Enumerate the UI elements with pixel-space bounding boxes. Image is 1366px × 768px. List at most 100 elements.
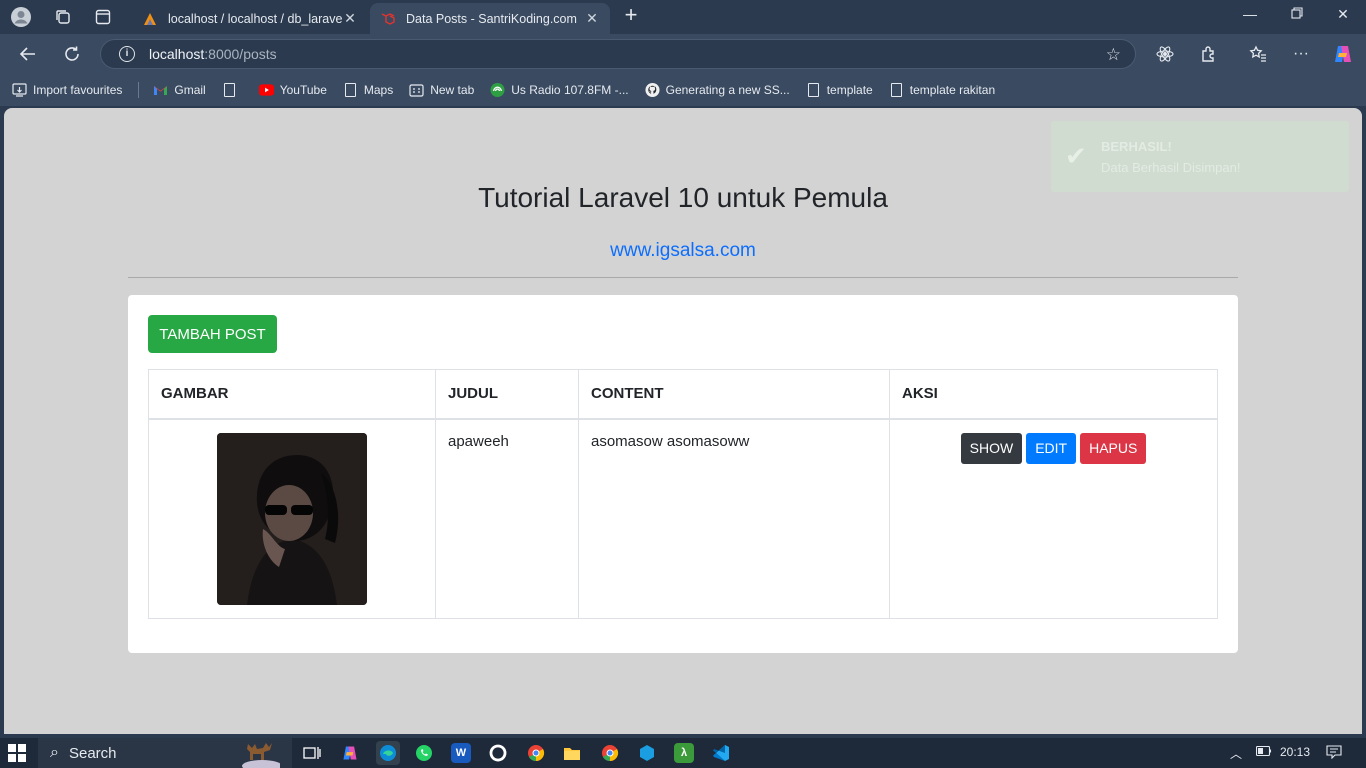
copilot-icon[interactable] xyxy=(1332,43,1354,65)
minimize-button[interactable]: — xyxy=(1238,6,1262,28)
bookmark-separator xyxy=(138,82,140,98)
url-host: localhost xyxy=(149,46,205,62)
windows-start-icon[interactable] xyxy=(8,744,26,762)
bookmark-maps[interactable]: Maps xyxy=(343,83,393,98)
bookmark-label: template rakitan xyxy=(909,83,996,97)
bookmark-label: New tab xyxy=(430,83,475,97)
youtube-icon xyxy=(258,83,274,98)
column-header-aksi: AKSI xyxy=(889,369,1218,420)
bookmark-youtube[interactable]: YouTube xyxy=(258,83,327,98)
profile-avatar-icon[interactable] xyxy=(10,6,32,28)
column-header-gambar: GAMBAR xyxy=(148,369,436,420)
word-icon[interactable]: W xyxy=(451,743,471,763)
chevron-up-icon[interactable]: ︿ xyxy=(1230,745,1242,762)
divider xyxy=(128,277,1238,278)
clock[interactable]: 20:13 xyxy=(1280,745,1310,759)
bookmark-label: YouTube xyxy=(279,83,327,97)
table-header-row: GAMBAR JUDUL CONTENT AKSI xyxy=(148,369,1218,420)
actions-cell: SHOW EDIT HAPUS xyxy=(889,418,1218,619)
add-post-button[interactable]: TAMBAH POST xyxy=(148,315,277,353)
address-bar[interactable]: i localhost:8000/posts ☆ xyxy=(100,39,1136,69)
task-view-icon[interactable] xyxy=(302,743,322,763)
table-row: apaweeh asomasow asomasoww SHOW EDIT HAP… xyxy=(148,418,1218,619)
column-header-content: CONTENT xyxy=(578,369,890,420)
content-cell: asomasow asomasoww xyxy=(578,418,890,619)
refresh-icon[interactable] xyxy=(60,42,84,66)
bookmark-label: template xyxy=(826,83,873,97)
success-toast[interactable]: ✔ BERHASIL! Data Berhasil Disimpan! xyxy=(1051,121,1349,192)
extensions-icon[interactable] xyxy=(1198,43,1220,65)
bookmark-label: Us Radio 107.8FM -... xyxy=(511,83,629,97)
chrome-icon[interactable] xyxy=(526,743,546,763)
workspaces-icon[interactable] xyxy=(52,6,74,28)
back-icon[interactable] xyxy=(16,42,40,66)
show-button[interactable]: SHOW xyxy=(960,432,1023,464)
check-icon: ✔ xyxy=(1065,141,1087,171)
react-devtools-icon[interactable] xyxy=(1154,43,1176,65)
bookmark-page[interactable] xyxy=(222,83,243,98)
bookmark-github[interactable]: Generating a new SS... xyxy=(645,82,790,98)
edge-dev-icon[interactable] xyxy=(637,743,657,763)
search-highlight-moose-icon xyxy=(240,738,282,768)
edit-button[interactable]: EDIT xyxy=(1026,432,1077,464)
posts-table: GAMBAR JUDUL CONTENT AKSI apaweeh asomas… xyxy=(148,369,1218,619)
post-image xyxy=(217,432,367,605)
bookmarks-bar: Import favourites Gmail YouTube Maps New… xyxy=(0,74,1366,106)
search-icon: ⌕ xyxy=(50,744,59,761)
copilot-taskbar-icon[interactable] xyxy=(340,743,360,763)
notifications-icon[interactable] xyxy=(1326,745,1342,762)
toast-message: Data Berhasil Disimpan! xyxy=(1101,160,1241,175)
judul-cell: apaweeh xyxy=(435,418,579,619)
bookmark-radio[interactable]: Us Radio 107.8FM -... xyxy=(490,82,629,98)
tab-title: localhost / localhost / db_laravel_ xyxy=(168,11,342,26)
tab-title: Data Posts - SantriKoding.com xyxy=(406,11,577,26)
vscode-icon[interactable] xyxy=(711,743,731,763)
close-tab-icon[interactable]: ✕ xyxy=(342,10,358,27)
delete-button[interactable]: HAPUS xyxy=(1080,432,1147,464)
gmail-icon xyxy=(153,83,168,98)
more-menu-icon[interactable]: ··· xyxy=(1290,43,1312,65)
browser-titlebar: localhost / localhost / db_laravel_ ✕ Da… xyxy=(0,0,1366,34)
close-tab-icon[interactable]: ✕ xyxy=(584,10,600,27)
lambda-icon[interactable]: λ xyxy=(674,743,694,763)
edge-taskbar-icon[interactable] xyxy=(376,741,400,765)
page-icon xyxy=(806,83,821,98)
chrome-alt-icon[interactable] xyxy=(600,743,620,763)
close-window-button[interactable]: ✕ xyxy=(1331,6,1355,28)
image-cell xyxy=(148,418,436,619)
tab-data-posts[interactable]: Data Posts - SantriKoding.com ✕ xyxy=(370,3,610,34)
navigation-bar: i localhost:8000/posts ☆ ··· xyxy=(0,34,1366,74)
page-icon xyxy=(222,83,237,98)
page-icon xyxy=(343,83,358,98)
favorite-star-icon[interactable]: ☆ xyxy=(1106,45,1121,65)
windows-taskbar: ⌕ Search W λ ︿ 20:13 xyxy=(0,738,1366,768)
url-text: localhost:8000/posts xyxy=(149,46,277,62)
bookmark-new-tab[interactable]: New tab xyxy=(409,83,474,98)
restore-button[interactable] xyxy=(1285,6,1309,28)
battery-icon[interactable] xyxy=(1255,745,1272,759)
import-icon xyxy=(12,83,27,98)
bookmark-template[interactable]: template xyxy=(806,83,873,98)
new-tab-button[interactable]: + xyxy=(620,4,642,27)
phpmyadmin-icon xyxy=(144,12,156,25)
tab-phpmyadmin[interactable]: localhost / localhost / db_laravel_ ✕ xyxy=(132,3,368,34)
github-desktop-icon[interactable] xyxy=(488,743,508,763)
site-link[interactable]: www.igsalsa.com xyxy=(4,240,1362,262)
bookmark-import-favourites[interactable]: Import favourites xyxy=(12,83,122,98)
url-path: :8000/posts xyxy=(204,46,277,62)
bookmark-template-rakitan[interactable]: template rakitan xyxy=(889,83,995,98)
whatsapp-icon[interactable] xyxy=(414,743,434,763)
site-info-icon[interactable]: i xyxy=(119,46,135,62)
bookmark-label: Maps xyxy=(363,83,394,97)
favorites-icon[interactable] xyxy=(1247,43,1269,65)
bookmark-label: Generating a new SS... xyxy=(665,83,790,97)
bookmark-gmail[interactable]: Gmail xyxy=(153,83,206,98)
search-label: Search xyxy=(68,744,117,762)
tab-actions-icon[interactable] xyxy=(92,6,114,28)
page-icon xyxy=(889,83,904,98)
file-explorer-icon[interactable] xyxy=(562,743,582,763)
laravel-icon xyxy=(381,12,395,25)
bookmark-label: Import favourites xyxy=(33,83,123,97)
bookmark-label: Gmail xyxy=(174,83,206,97)
page-viewport: Tutorial Laravel 10 untuk Pemula www.igs… xyxy=(4,108,1362,734)
